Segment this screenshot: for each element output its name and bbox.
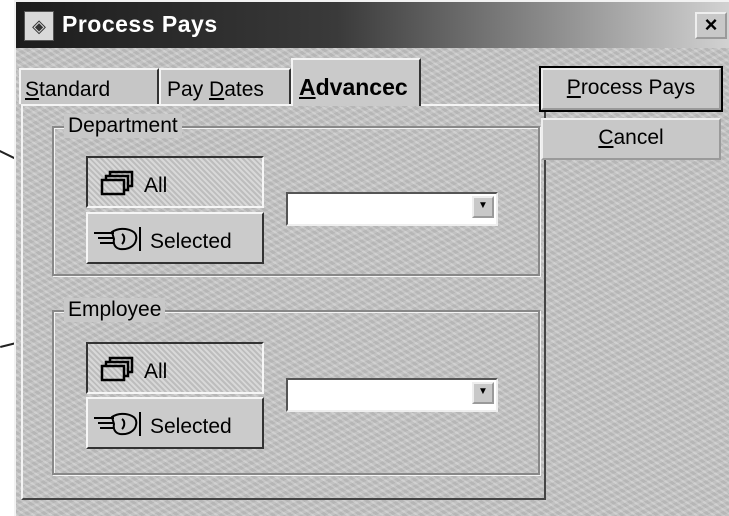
chevron-down-icon[interactable]: ▼: [472, 382, 494, 404]
employee-selected-button[interactable]: Selected: [86, 397, 264, 449]
employee-all-button[interactable]: All: [86, 342, 264, 394]
department-all-button[interactable]: All: [86, 156, 264, 208]
tab-pay-dates-mnemonic: D: [209, 78, 225, 101]
employee-group-label: Employee: [64, 298, 166, 322]
tab-standard[interactable]: Standard: [19, 68, 159, 104]
close-button[interactable]: ×: [695, 12, 727, 39]
pointing-hand-icon: [92, 224, 148, 260]
department-selected-button[interactable]: Selected: [86, 212, 264, 264]
chevron-down-icon[interactable]: ▼: [472, 196, 494, 218]
pointing-hand-icon: [92, 409, 148, 445]
tab-advanced[interactable]: Advancec: [291, 58, 421, 106]
department-group-label: Department: [64, 114, 182, 138]
process-pays-mnemonic: P: [566, 76, 581, 99]
cancel-mnemonic: C: [598, 126, 614, 149]
tab-standard-mnemonic: S: [25, 78, 40, 101]
title-bar: ◈ Process Pays ×: [16, 2, 729, 48]
stack-of-pages-icon: [100, 356, 136, 388]
stack-of-pages-icon: [100, 170, 136, 202]
employee-combo[interactable]: ▼: [286, 378, 498, 412]
app-icon: ◈: [24, 11, 54, 41]
window-title: Process Pays: [62, 11, 218, 37]
department-combo[interactable]: ▼: [286, 192, 498, 226]
tab-advanced-mnemonic: A: [299, 74, 316, 100]
tab-pay-dates[interactable]: Pay Dates: [159, 68, 291, 104]
department-all-label: All: [144, 174, 168, 197]
cancel-rest: ancel: [613, 126, 664, 149]
department-selected-label: Selected: [150, 230, 232, 253]
employee-all-label: All: [144, 360, 168, 383]
process-pays-button[interactable]: Process Pays: [539, 66, 723, 112]
process-pays-rest: rocess Pays: [580, 76, 696, 99]
cancel-button[interactable]: Cancel: [541, 118, 721, 160]
process-pays-dialog: ◈ Process Pays × Standard Pay Dates Adva…: [14, 0, 729, 516]
tab-pay-dates-pre: Pay: [167, 78, 210, 101]
tab-advanced-rest: dvancec: [315, 74, 408, 100]
tab-pay-dates-rest: ates: [224, 78, 264, 101]
tab-standard-rest: tandard: [39, 78, 111, 101]
employee-selected-label: Selected: [150, 415, 232, 438]
